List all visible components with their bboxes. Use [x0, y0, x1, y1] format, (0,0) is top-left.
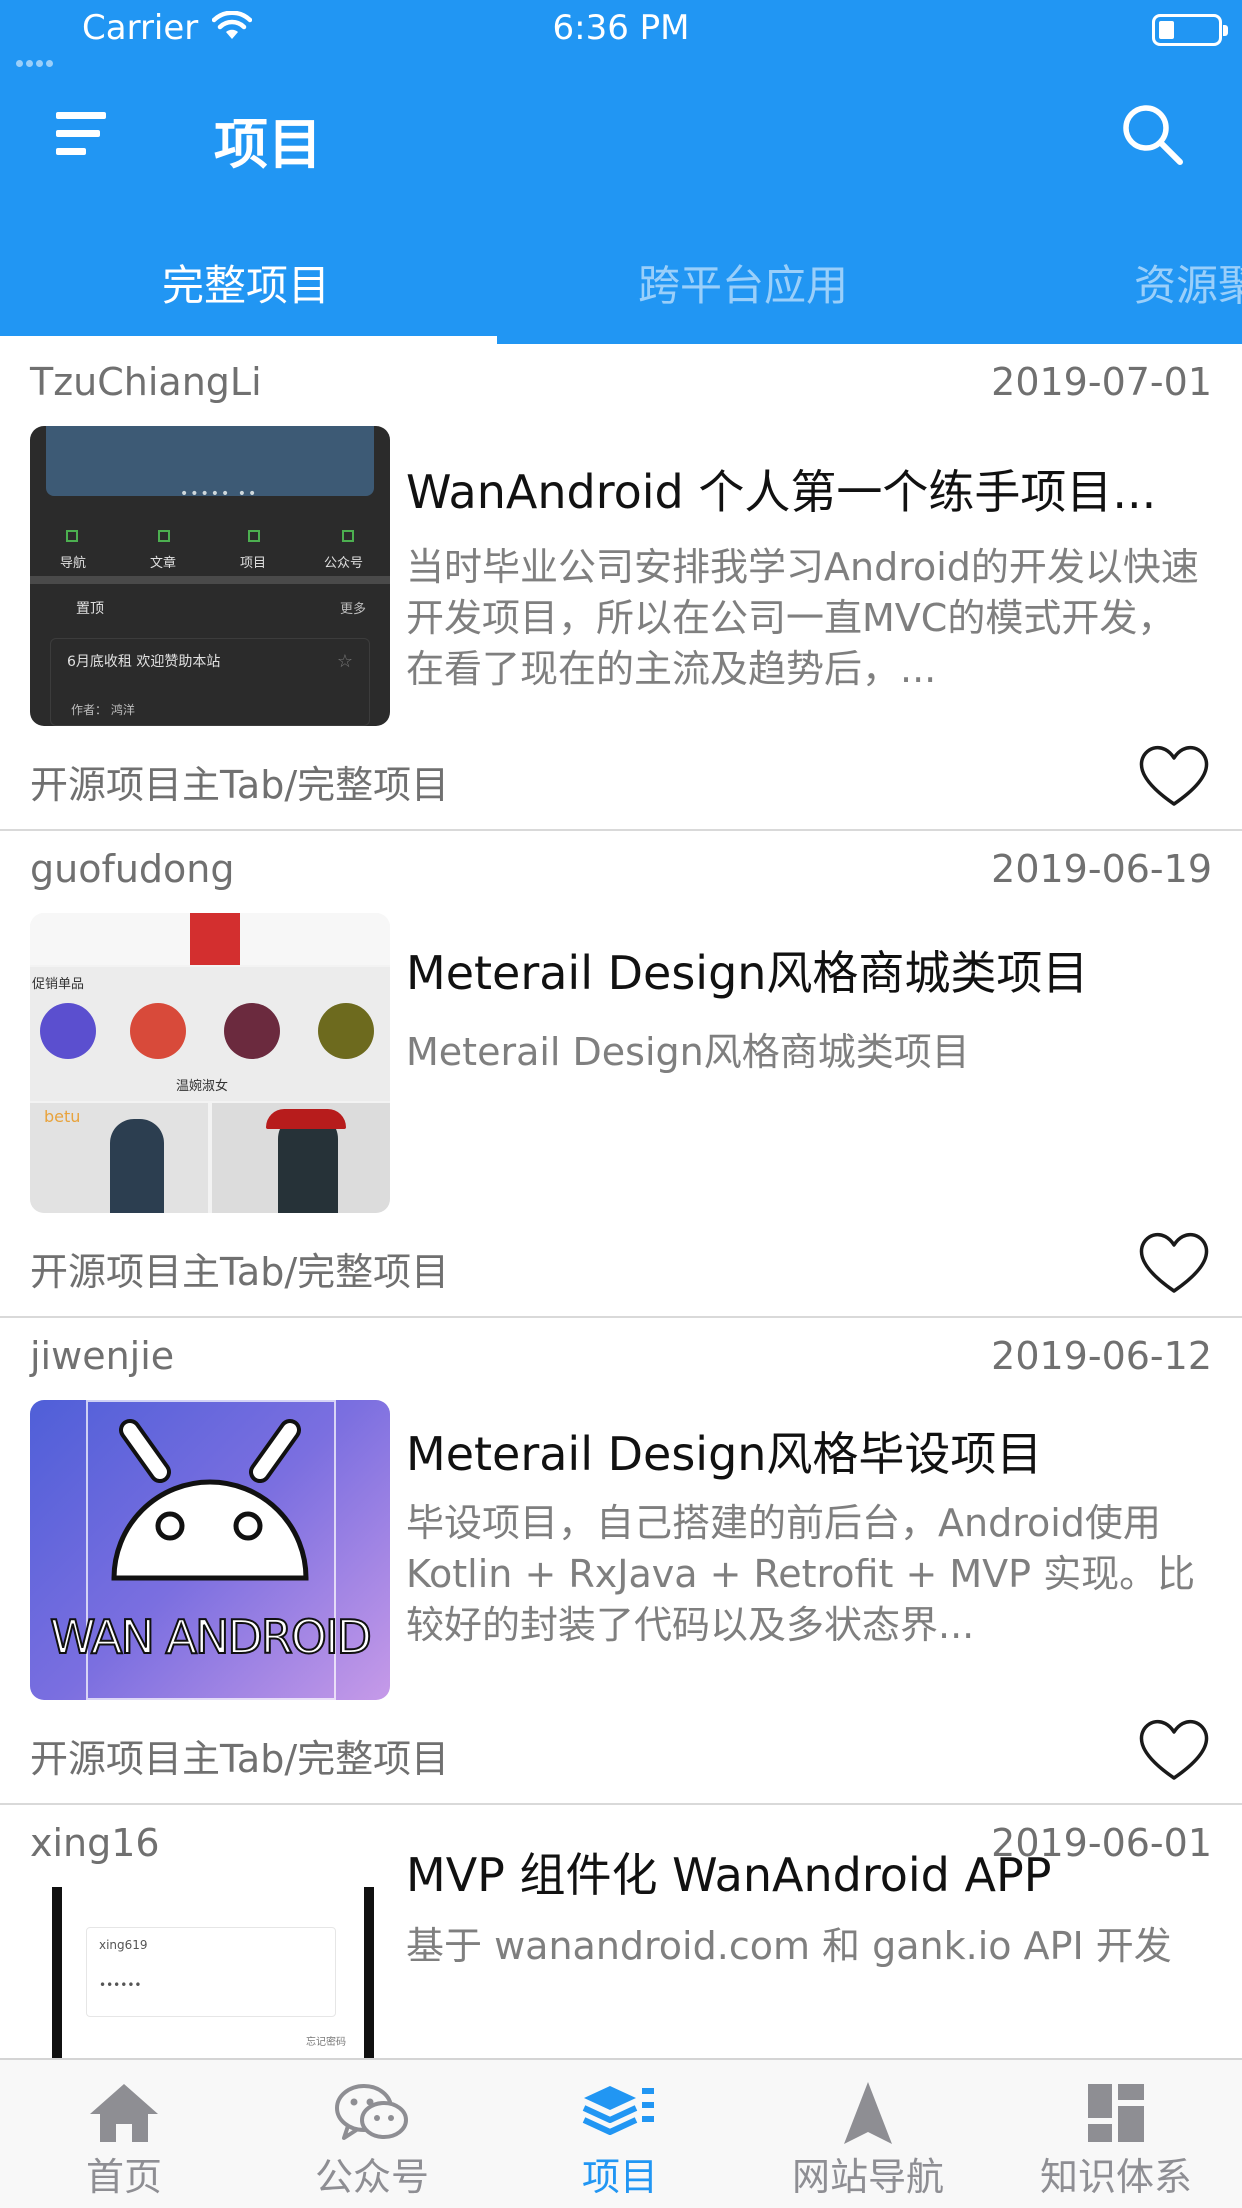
tabbar-label: 项目: [581, 2155, 658, 2199]
project-date: 2019-07-01: [991, 360, 1212, 404]
project-author: TzuChiangLi: [30, 360, 262, 404]
project-title: WanAndroid 个人第一个练手项目...: [406, 465, 1157, 519]
wechat-icon: [335, 2084, 408, 2140]
project-thumbnail: xing619 •••••• 忘记密码: [30, 1887, 390, 2058]
project-date: 2019-06-19: [991, 847, 1212, 891]
page-title: 项目: [214, 113, 322, 176]
heart-icon: [1139, 746, 1209, 806]
tab-indicator: [0, 336, 497, 344]
project-card[interactable]: jiwenjie 2019-06-12 WAN ANDROID Meterail…: [0, 1318, 1242, 1805]
project-thumbnail: WAN ANDROID: [30, 1400, 390, 1700]
tabbar-item-wechat[interactable]: 公众号: [248, 2060, 496, 2208]
layers-icon: [582, 2086, 654, 2135]
status-time: 6:36 PM: [552, 8, 690, 48]
favorite-button[interactable]: [1138, 1229, 1210, 1295]
thumb-section-label: 温婉淑女: [176, 1079, 229, 1094]
project-list[interactable]: TzuChiangLi 2019-07-01 ••••• •• 导航 文章 项目…: [0, 344, 1242, 2058]
tabbar-label: 首页: [85, 2155, 162, 2199]
project-author: xing16: [30, 1821, 160, 1865]
thumb-top-label: 置顶: [76, 601, 104, 617]
favorite-button[interactable]: [1138, 742, 1210, 808]
project-category: 开源项目主Tab/完整项目: [30, 1250, 450, 1294]
tab-resource-aggregation[interactable]: 资源聚合类: [1134, 252, 1242, 313]
thumb-password: ••••••: [99, 1978, 142, 1992]
project-date: 2019-06-12: [991, 1334, 1212, 1378]
project-category: 开源项目主Tab/完整项目: [30, 1737, 450, 1781]
search-button[interactable]: [1118, 100, 1188, 170]
project-description: 当时毕业公司安排我学习Android的开发以快速开发项目，所以在公司一直MVC的…: [406, 545, 1199, 691]
project-description: Meterail Design风格商城类项目: [406, 1030, 970, 1074]
app-header: Carrier 6:36 PM 项目 完整项目 跨平台应用 资源聚合类: [0, 0, 1242, 344]
thumb-nav-label: 公众号: [324, 556, 364, 571]
thumb-brand: betu: [44, 1107, 81, 1126]
project-description: 基于 wanandroid.com 和 gank.io API 开发: [406, 1924, 1172, 1968]
category-tabs: 完整项目 跨平台应用 资源聚合类: [0, 244, 1242, 344]
home-icon: [90, 2084, 158, 2142]
battery-icon: [1152, 14, 1228, 46]
project-title: Meterail Design风格毕设项目: [406, 1427, 1043, 1481]
thumb-promo-label: 促销单品: [32, 977, 85, 992]
thumb-more-label: 更多: [340, 602, 367, 617]
heart-icon: [1139, 1720, 1209, 1780]
project-author: jiwenjie: [30, 1334, 175, 1378]
thumb-username: xing619: [99, 1938, 148, 1952]
thumb-nav-label: 导航: [60, 556, 87, 571]
project-card[interactable]: guofudong 2019-06-19 促销单品 温婉淑女 betu Mete…: [0, 831, 1242, 1318]
tabbar-item-knowledge[interactable]: 知识体系: [992, 2060, 1240, 2208]
grid-icon: [1088, 2084, 1144, 2142]
thumb-nav-label: 项目: [240, 556, 267, 571]
thumb-logo-text: WAN ANDROID: [49, 1609, 373, 1665]
thumb-nav-label: 文章: [150, 556, 177, 571]
tabbar-label: 公众号: [314, 2155, 429, 2199]
project-thumbnail: ••••• •• 导航 文章 项目 公众号 置顶 更多 6月底收租 欢迎赞助本站…: [30, 426, 390, 726]
project-title: MVP 组件化 WanAndroid APP: [406, 1848, 1052, 1902]
tabbar-item-home[interactable]: 首页: [0, 2060, 248, 2208]
project-card[interactable]: xing16 2019-06-01 xing619 •••••• 忘记密码 MV…: [0, 1805, 1242, 2058]
project-thumbnail: 促销单品 温婉淑女 betu: [30, 913, 390, 1213]
project-title: Meterail Design风格商城类项目: [406, 946, 1089, 1000]
tab-cross-platform[interactable]: 跨平台应用: [638, 252, 848, 313]
tabbar-label: 知识体系: [1039, 2155, 1192, 2199]
tabbar-item-projects[interactable]: 项目: [496, 2060, 744, 2208]
navigation-arrow-icon: [844, 2082, 892, 2144]
thumb-notice: 6月底收租 欢迎赞助本站: [67, 654, 221, 670]
project-card[interactable]: TzuChiangLi 2019-07-01 ••••• •• 导航 文章 项目…: [0, 344, 1242, 831]
search-icon: [1123, 105, 1183, 165]
favorite-button[interactable]: [1138, 1716, 1210, 1782]
heart-icon: [1139, 1233, 1209, 1293]
bottom-tab-bar: 首页 公众号 项目 网站导航 知识体系: [0, 2058, 1242, 2208]
project-description: 毕设项目，自己搭建的前后台，Android使用 Kotlin + RxJava …: [406, 1501, 1196, 1647]
tabbar-item-site-nav[interactable]: 网站导航: [744, 2060, 992, 2208]
tabbar-label: 网站导航: [791, 2155, 944, 2199]
tab-complete-projects[interactable]: 完整项目: [162, 252, 330, 313]
project-author: guofudong: [30, 847, 235, 891]
menu-button[interactable]: [56, 110, 112, 160]
status-bar: Carrier 6:36 PM: [0, 0, 1242, 67]
thumb-author-line: 作者： 鸿洋: [71, 703, 135, 717]
menu-icon: [56, 112, 106, 119]
project-category: 开源项目主Tab/完整项目: [30, 763, 450, 807]
thumb-forgot-link: 忘记密码: [306, 2037, 346, 2048]
